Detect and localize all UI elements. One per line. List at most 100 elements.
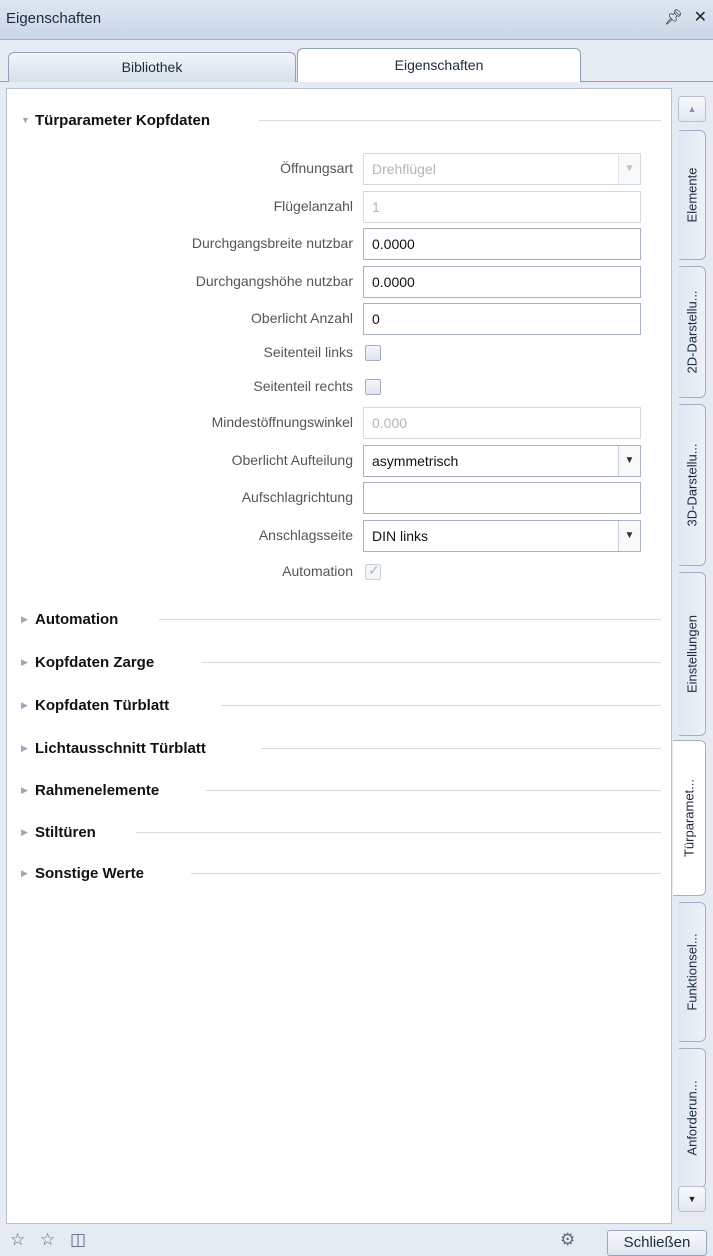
collapsed-arrow-icon: ▶ (21, 826, 28, 837)
field-label: Mindestöffnungswinkel (211, 414, 353, 430)
pin-icon[interactable]: 📌︎ (664, 8, 683, 26)
row-fluegelanzahl: Flügelanzahl 1 (7, 191, 673, 223)
seitenteil-rechts-checkbox[interactable] (365, 379, 381, 395)
oberlicht-anzahl-input[interactable]: 0 (363, 303, 641, 335)
side-tab-tuerparameter[interactable]: Türparamet... (673, 740, 706, 896)
row-durchgangsbreite: Durchgangsbreite nutzbar 0.0000 (7, 228, 673, 260)
side-tab-label: Elemente (684, 167, 700, 223)
collapsed-arrow-icon: ▶ (21, 656, 28, 667)
field-label: Durchgangshöhe nutzbar (195, 273, 353, 289)
settings-icon[interactable]: ⚙ (560, 1230, 575, 1250)
section-title: Stiltüren (35, 823, 96, 841)
section-header-kopfdaten-zarge[interactable]: ▶ Kopfdaten Zarge (21, 651, 661, 673)
anschlagsseite-select[interactable]: DIN links ▼ (363, 520, 641, 552)
section-title: Rahmenelemente (35, 781, 160, 799)
dropdown-arrow-icon[interactable]: ▼ (618, 154, 640, 184)
section-title: Kopfdaten Zarge (35, 653, 155, 671)
side-tab-label: Türparamet... (681, 778, 697, 858)
collapsed-arrow-icon: ▶ (21, 784, 28, 795)
section-title: Türparameter Kopfdaten (35, 111, 211, 129)
collapsed-arrow-icon: ▶ (21, 867, 28, 878)
row-mindestoeffnungswinkel: Mindestöffnungswinkel 0.000 (7, 407, 673, 439)
durchgangsbreite-input[interactable]: 0.0000 (363, 228, 641, 260)
scroll-up-arrow-icon[interactable]: ▲ (678, 96, 706, 122)
seitenteil-links-checkbox[interactable] (365, 345, 381, 361)
section-title: Automation (35, 610, 119, 628)
side-tab-label: 2D-Darstellu... (684, 290, 700, 374)
dropdown-arrow-icon[interactable]: ▼ (618, 521, 640, 551)
field-label: Öffnungsart (280, 160, 353, 176)
dropdown-arrow-icon[interactable]: ▼ (618, 446, 640, 476)
side-tab-einstellungen[interactable]: Einstellungen (679, 572, 706, 736)
side-tab-elemente[interactable]: Elemente (679, 130, 706, 260)
row-automation: Automation (7, 556, 673, 588)
window-title: Eigenschaften (6, 10, 102, 27)
section-title: Kopfdaten Türblatt (35, 696, 170, 714)
favorite-icon[interactable]: ☆ (40, 1230, 55, 1250)
top-tab-strip: Bibliothek Eigenschaften (0, 40, 713, 82)
row-oberlicht-anzahl: Oberlicht Anzahl 0 (7, 303, 673, 335)
row-seitenteil-links: Seitenteil links (7, 337, 673, 369)
section-header-tuerparameter-kopfdaten[interactable]: ▼ Türparameter Kopfdaten (21, 109, 661, 131)
row-seitenteil-rechts: Seitenteil rechts (7, 371, 673, 403)
section-header-stiltueren[interactable]: ▶ Stiltüren (21, 821, 661, 843)
close-button[interactable]: Schließen (607, 1230, 707, 1256)
durchgangshoehe-input[interactable]: 0.0000 (363, 266, 641, 298)
aufschlagrichtung-input[interactable] (363, 482, 641, 514)
collapsed-arrow-icon: ▶ (21, 699, 28, 710)
tab-eigenschaften[interactable]: Eigenschaften (297, 48, 581, 82)
section-rule (191, 873, 661, 874)
section-header-kopfdaten-tuerblatt[interactable]: ▶ Kopfdaten Türblatt (21, 694, 661, 716)
expand-arrow-icon: ▼ (21, 115, 30, 125)
automation-checkbox[interactable] (365, 563, 381, 580)
field-label: Flügelanzahl (273, 198, 353, 214)
section-rule (261, 748, 661, 749)
side-tab-label: Funktionsel... (684, 933, 700, 1011)
close-icon[interactable]: ✕ (694, 7, 707, 27)
row-durchgangshoehe: Durchgangshöhe nutzbar 0.0000 (7, 266, 673, 298)
bottom-toolbar: ☆ ☆ ◫ ⚙ Schließen (0, 1226, 713, 1256)
window-titlebar: Eigenschaften 📌︎ ✕ (0, 0, 713, 40)
tab-bibliothek[interactable]: Bibliothek (8, 52, 296, 82)
mindestoeffnungswinkel-input[interactable]: 0.000 (363, 407, 641, 439)
row-anschlagsseite: Anschlagsseite DIN links ▼ (7, 520, 673, 552)
oberlicht-aufteilung-select[interactable]: asymmetrisch ▼ (363, 445, 641, 477)
field-label: Anschlagsseite (258, 527, 353, 543)
row-oeffnungsart: Öffnungsart Drehflügel ▼ (7, 153, 673, 185)
section-header-rahmenelemente[interactable]: ▶ Rahmenelemente (21, 779, 661, 801)
section-header-automation[interactable]: ▶ Automation (21, 608, 661, 630)
side-tab-3d-darstellung[interactable]: 3D-Darstellu... (679, 404, 706, 566)
section-title: Lichtausschnitt Türblatt (35, 739, 206, 757)
row-oberlicht-aufteilung: Oberlicht Aufteilung asymmetrisch ▼ (7, 445, 673, 477)
favorite-add-icon[interactable]: ☆ (10, 1230, 25, 1250)
row-aufschlagrichtung: Aufschlagrichtung (7, 482, 673, 514)
fluegelanzahl-input[interactable]: 1 (363, 191, 641, 223)
select-value: Drehflügel (372, 161, 436, 177)
select-value: DIN links (372, 528, 429, 544)
section-rule (221, 705, 661, 706)
scroll-down-arrow-icon[interactable]: ▼ (678, 1186, 706, 1212)
section-rule (136, 832, 661, 833)
collapsed-arrow-icon: ▶ (21, 742, 28, 753)
field-label: Oberlicht Aufteilung (231, 452, 353, 468)
section-rule (159, 619, 661, 620)
section-rule (206, 790, 661, 791)
field-label: Oberlicht Anzahl (251, 310, 353, 326)
side-tab-label: Einstellungen (684, 614, 700, 694)
field-label: Aufschlagrichtung (241, 489, 353, 505)
field-label: Automation (282, 563, 353, 579)
side-tab-2d-darstellung[interactable]: 2D-Darstellu... (679, 266, 706, 398)
section-header-sonstige-werte[interactable]: ▶ Sonstige Werte (21, 862, 661, 884)
side-tab-label: 3D-Darstellu... (684, 443, 700, 527)
side-tab-anforderungen[interactable]: Anforderun... (679, 1048, 706, 1188)
field-label: Seitenteil rechts (253, 378, 353, 394)
oeffnungsart-select[interactable]: Drehflügel ▼ (363, 153, 641, 185)
section-rule (259, 120, 661, 121)
side-tab-label: Anforderun... (684, 1080, 700, 1156)
section-header-lichtausschnitt-tuerblatt[interactable]: ▶ Lichtausschnitt Türblatt (21, 737, 661, 759)
properties-panel: ▼ Türparameter Kopfdaten Öffnungsart Dre… (6, 88, 672, 1224)
side-tab-funktionselemente[interactable]: Funktionsel... (679, 902, 706, 1042)
select-value: asymmetrisch (372, 453, 459, 469)
panel-icon[interactable]: ◫ (70, 1230, 86, 1250)
field-label: Durchgangsbreite nutzbar (191, 235, 353, 251)
